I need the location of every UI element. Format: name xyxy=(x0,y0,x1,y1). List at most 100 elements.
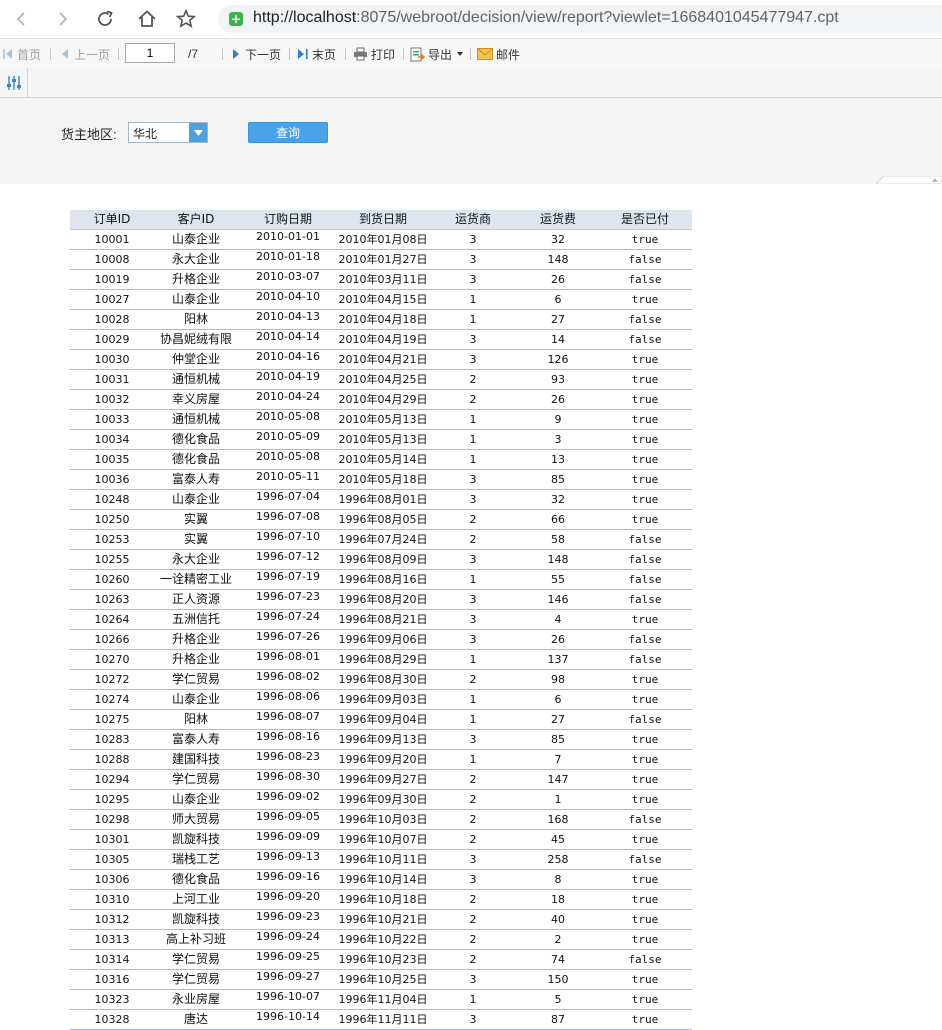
order-id-cell: 10310 xyxy=(94,893,130,906)
table-row: 10264 五洲信托 1996-07-24 1996年08月21日 3 4 true xyxy=(70,610,692,630)
customer-id-cell: 升格企业 xyxy=(171,632,220,646)
customer-id-cell: 永大企业 xyxy=(171,552,220,566)
prev-page-icon xyxy=(62,49,68,59)
last-page-icon xyxy=(298,49,308,59)
order-id-cell: 10294 xyxy=(94,773,130,786)
paid-cell: false xyxy=(628,253,662,266)
freight-cell: 7 xyxy=(554,753,562,766)
address-bar[interactable]: + http://localhost:8075/webroot/decision… xyxy=(218,5,942,33)
query-button[interactable]: 查询 xyxy=(248,122,328,143)
table-row: 10305 瑞栈工艺 1996-09-13 1996年10月11日 3 258 false xyxy=(70,850,692,870)
paid-cell: true xyxy=(631,413,659,426)
freight-cell: 26 xyxy=(551,273,565,286)
table-row: 10033 通恒机械 2010-05-08 2010年05月13日 1 9 true xyxy=(70,410,692,430)
freight-cell: 168 xyxy=(547,813,569,826)
order-id-cell: 10323 xyxy=(94,993,130,1006)
region-select[interactable]: 华北 xyxy=(128,122,208,143)
shipper-cell: 3 xyxy=(469,593,477,606)
shipper-cell: 3 xyxy=(469,613,477,626)
back-button[interactable] xyxy=(8,6,34,32)
first-page-button[interactable]: 首页 xyxy=(2,46,41,62)
order-date-cell: 1996-09-13 xyxy=(256,850,320,863)
order-date-cell: 1996-09-02 xyxy=(256,790,320,803)
paid-cell: true xyxy=(631,873,659,886)
paid-cell: false xyxy=(628,273,662,286)
dropdown-arrow-icon[interactable] xyxy=(189,123,207,142)
shipper-cell: 3 xyxy=(469,553,477,566)
paid-cell: false xyxy=(628,713,662,726)
table-row: 10008 永大企业 2010-01-18 2010年01月27日 3 148 false xyxy=(70,250,692,270)
mail-button[interactable]: 邮件 xyxy=(477,46,520,62)
arrival-date-cell: 1996年08月01日 xyxy=(338,493,428,506)
parameter-panel-toggle[interactable] xyxy=(0,68,28,97)
arrival-date-cell: 2010年04月21日 xyxy=(338,353,428,366)
paid-cell: false xyxy=(628,813,662,826)
print-button[interactable]: 打印 xyxy=(353,46,395,62)
freight-cell: 66 xyxy=(551,513,565,526)
customer-id-cell: 阳林 xyxy=(183,712,208,726)
arrival-date-cell: 1996年08月29日 xyxy=(338,653,428,666)
order-id-cell: 10264 xyxy=(94,613,130,626)
order-id-cell: 10260 xyxy=(94,573,130,586)
export-button[interactable]: 导出 xyxy=(410,46,464,62)
order-date-cell: 1996-08-23 xyxy=(256,750,320,763)
star-icon xyxy=(176,9,196,28)
column-header: 运货费 xyxy=(539,212,576,226)
collapse-tab-icon[interactable] xyxy=(876,176,942,184)
order-id-cell: 10032 xyxy=(94,393,130,406)
freight-cell: 32 xyxy=(551,493,565,506)
browser-toolbar: + http://localhost:8075/webroot/decision… xyxy=(0,0,942,38)
freight-cell: 26 xyxy=(551,393,565,406)
freight-cell: 45 xyxy=(551,833,565,846)
order-date-cell: 2010-05-11 xyxy=(256,470,320,483)
paid-cell: true xyxy=(631,893,659,906)
arrival-date-cell: 2010年03月11日 xyxy=(338,273,428,286)
site-security-icon[interactable]: + xyxy=(229,12,243,26)
order-date-cell: 1996-08-01 xyxy=(256,650,320,663)
shipper-cell: 3 xyxy=(469,333,477,346)
paid-cell: true xyxy=(631,293,659,306)
order-date-cell: 2010-03-07 xyxy=(256,270,320,283)
report-toolbar: 首页 上一页 1 /7 下一页 末页 打印 导出 邮件 xyxy=(0,38,942,69)
prev-page-button[interactable]: 上一页 xyxy=(59,46,110,62)
url-text: http://localhost:8075/webroot/decision/v… xyxy=(253,9,839,27)
shipper-cell: 3 xyxy=(469,273,477,286)
order-id-cell: 10301 xyxy=(94,833,130,846)
reload-button[interactable] xyxy=(92,6,118,32)
order-id-cell: 10298 xyxy=(94,813,130,826)
shipper-cell: 2 xyxy=(469,953,477,966)
order-id-cell: 10274 xyxy=(94,693,130,706)
forward-button[interactable] xyxy=(50,6,76,32)
url-host: http://localhost xyxy=(253,9,357,26)
order-id-cell: 10028 xyxy=(94,313,130,326)
paid-cell: true xyxy=(631,353,659,366)
order-date-cell: 1996-08-06 xyxy=(256,690,320,703)
arrival-date-cell: 2010年04月25日 xyxy=(338,373,428,386)
bookmark-button[interactable] xyxy=(173,6,199,32)
order-date-cell: 1996-09-23 xyxy=(256,910,320,923)
customer-id-cell: 永大企业 xyxy=(171,252,220,266)
freight-cell: 85 xyxy=(551,473,565,486)
order-date-cell: 2010-05-08 xyxy=(256,450,320,463)
next-page-button[interactable]: 下一页 xyxy=(230,46,281,62)
arrival-date-cell: 1996年10月22日 xyxy=(338,933,428,946)
toolbar-divider xyxy=(470,48,471,60)
customer-id-cell: 阳林 xyxy=(183,312,208,326)
toolbar-divider xyxy=(289,48,290,60)
paid-cell: true xyxy=(631,493,659,506)
table-row: 10019 升格企业 2010-03-07 2010年03月11日 3 26 false xyxy=(70,270,692,290)
freight-cell: 148 xyxy=(547,253,569,266)
order-date-cell: 1996-07-26 xyxy=(256,630,320,643)
page-number-input[interactable]: 1 xyxy=(125,43,175,63)
customer-id-cell: 升格企业 xyxy=(171,652,220,666)
order-id-cell: 10001 xyxy=(94,233,130,246)
order-date-cell: 1996-07-23 xyxy=(256,590,320,603)
paid-cell: false xyxy=(628,853,662,866)
order-id-cell: 10275 xyxy=(94,713,130,726)
customer-id-cell: 德化食品 xyxy=(171,432,220,446)
table-row: 10263 正人资源 1996-07-23 1996年08月20日 3 146 false xyxy=(70,590,692,610)
toolbar-divider xyxy=(222,48,223,60)
home-button[interactable] xyxy=(134,6,160,32)
arrival-date-cell: 1996年09月04日 xyxy=(338,713,428,726)
last-page-button[interactable]: 末页 xyxy=(297,46,336,62)
